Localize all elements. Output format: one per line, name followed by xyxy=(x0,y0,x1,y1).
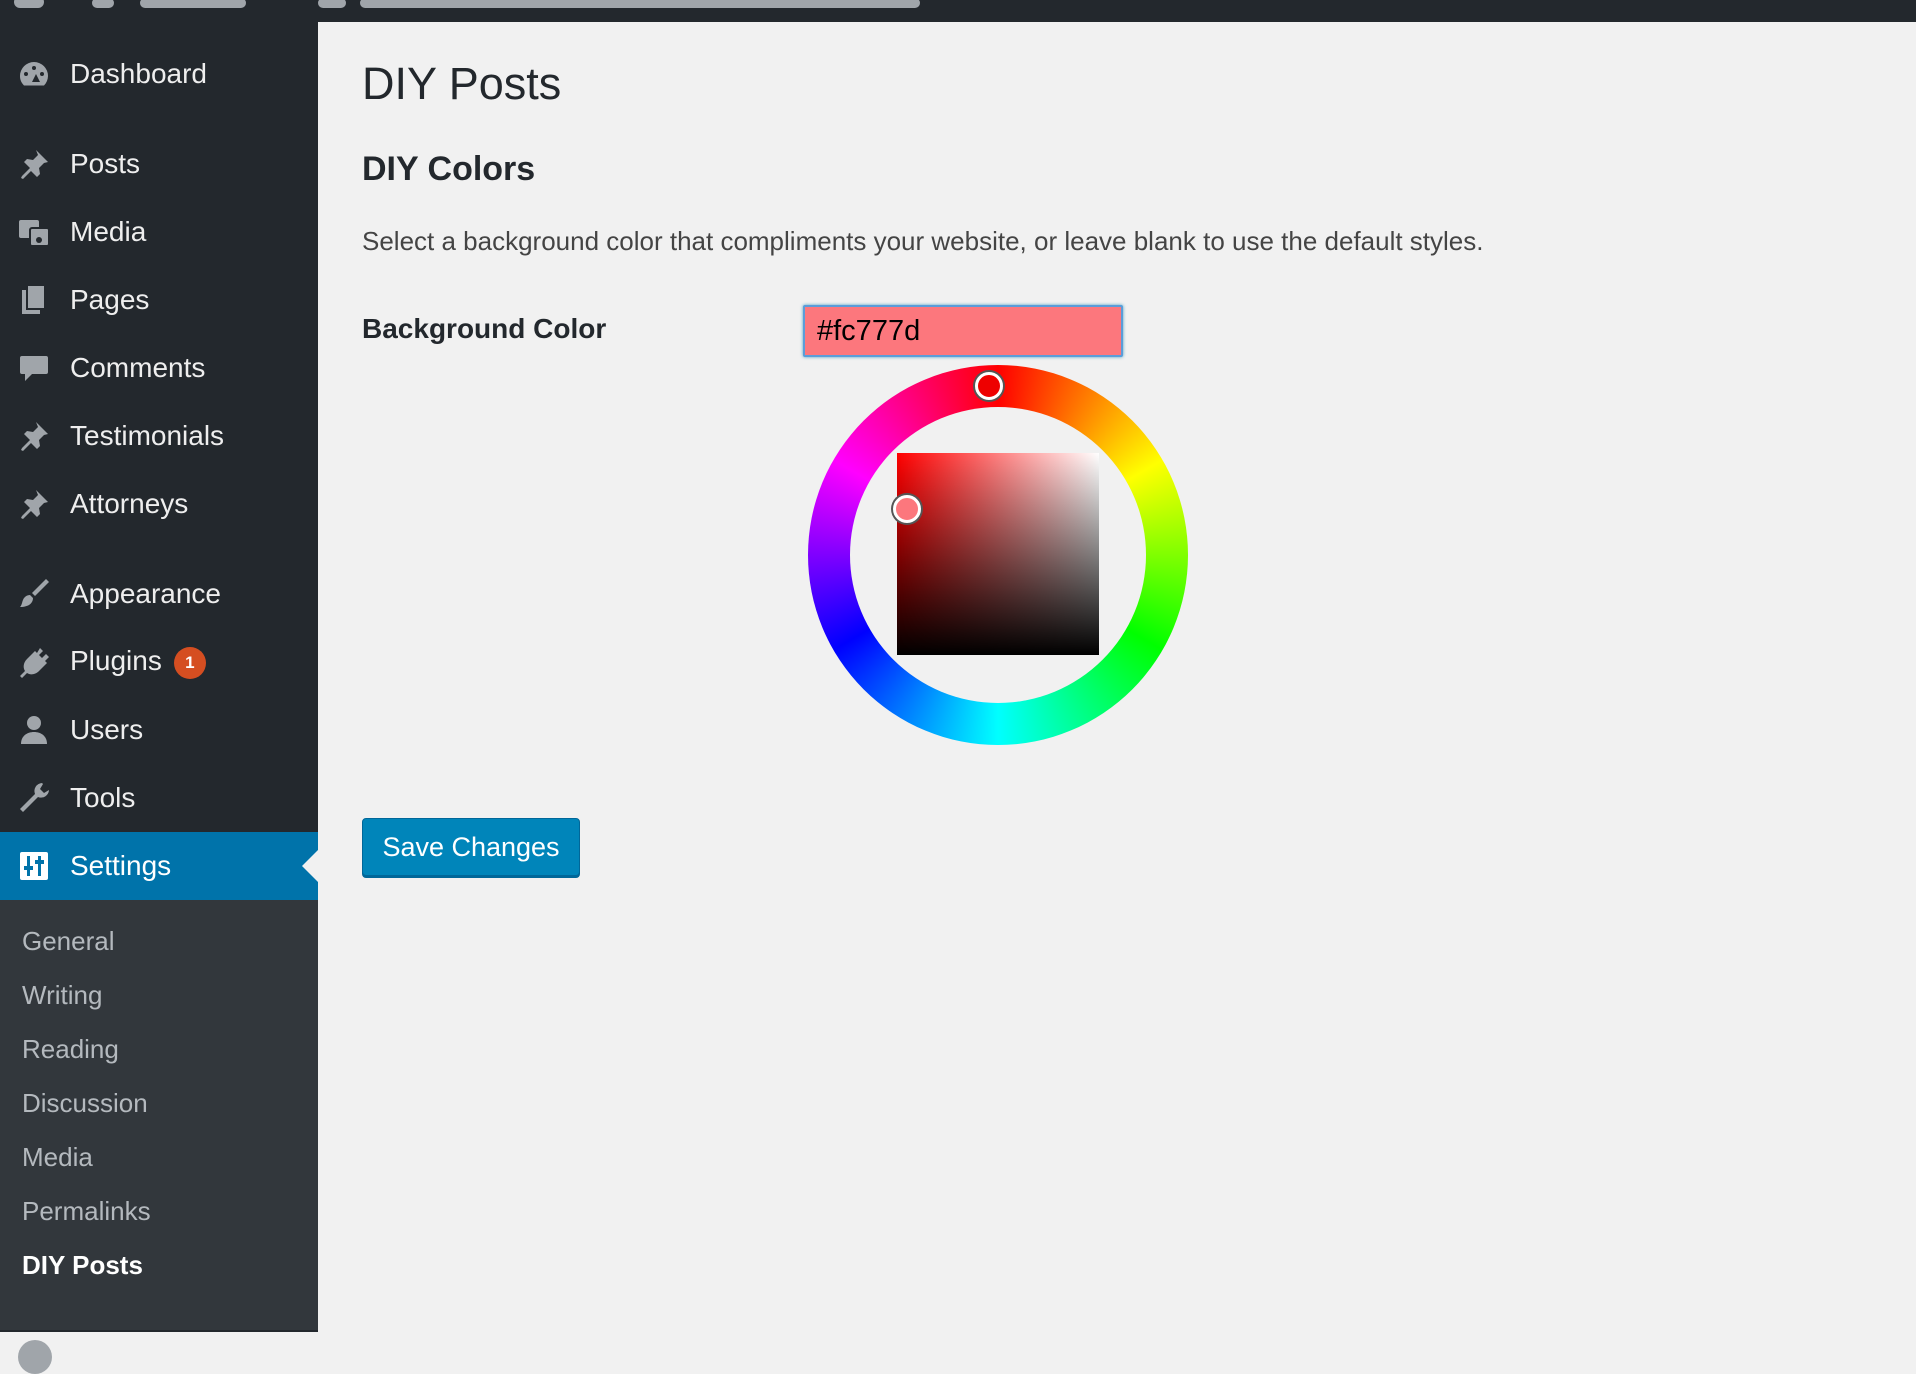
sidebar-item-label: Users xyxy=(70,714,144,745)
hue-handle[interactable] xyxy=(975,372,1003,400)
sidebar-item-testimonials[interactable]: Testimonials xyxy=(0,402,318,470)
new-content-link[interactable] xyxy=(360,0,940,22)
collapse-menu-icon[interactable] xyxy=(18,1340,52,1374)
updates-icon[interactable] xyxy=(222,0,248,22)
submenu-item-discussion[interactable]: Discussion xyxy=(22,1088,148,1119)
wrench-icon xyxy=(20,783,49,812)
current-menu-pointer xyxy=(302,850,318,882)
section-title: DIY Colors xyxy=(362,150,536,188)
sidebar-item-label: Dashboard xyxy=(70,58,207,89)
plug-icon xyxy=(20,648,49,678)
update-count-badge: 1 xyxy=(173,646,206,679)
sidebar-item-label: Media xyxy=(70,216,147,247)
sidebar-item-comments[interactable]: Comments xyxy=(0,334,318,402)
color-picker[interactable] xyxy=(808,365,1188,745)
settings-submenu: General Writing Reading Discussion Media… xyxy=(0,900,318,1330)
pushpin-icon xyxy=(21,490,48,519)
submenu-item-diy-posts[interactable]: DIY Posts xyxy=(22,1250,143,1281)
submenu-item-reading[interactable]: Reading xyxy=(22,1034,119,1065)
saturation-handle[interactable] xyxy=(893,495,921,523)
media-icon xyxy=(19,220,50,247)
settings-icon xyxy=(20,852,48,880)
pushpin-icon xyxy=(21,150,48,179)
background-color-label: Background Color xyxy=(362,313,607,344)
comments-icon[interactable] xyxy=(318,0,348,22)
home-icon[interactable] xyxy=(92,0,116,22)
page-title: DIY Posts xyxy=(362,58,562,109)
sidebar-item-settings[interactable]: Settings xyxy=(0,832,318,900)
sidebar-item-dashboard[interactable]: Dashboard xyxy=(0,40,318,108)
sidebar-item-label: Testimonials xyxy=(70,420,225,451)
pushpin-icon xyxy=(21,422,48,451)
sidebar-item-appearance[interactable]: Appearance xyxy=(0,560,318,628)
sidebar-item-label: Appearance xyxy=(70,578,222,609)
pages-icon xyxy=(22,284,46,314)
admin-sidebar: Dashboard Posts Media Pages Comments Tes… xyxy=(0,22,318,1374)
background-color-input[interactable] xyxy=(803,305,1123,357)
sidebar-item-attorneys[interactable]: Attorneys xyxy=(0,470,318,538)
submenu-item-permalinks[interactable]: Permalinks xyxy=(22,1196,151,1227)
sidebar-item-label: Pages xyxy=(70,284,150,315)
wordpress-logo-icon[interactable] xyxy=(14,0,44,22)
submenu-item-general[interactable]: General xyxy=(22,926,115,957)
sidebar-item-label: Comments xyxy=(70,352,206,383)
sidebar-item-label: Posts xyxy=(70,148,141,179)
user-icon xyxy=(21,716,47,744)
admin-bar xyxy=(0,0,1916,22)
submenu-item-media[interactable]: Media xyxy=(22,1142,93,1173)
sidebar-item-label: Settings xyxy=(70,850,172,881)
save-changes-button[interactable]: Save Changes xyxy=(362,818,580,876)
comment-icon xyxy=(20,356,48,381)
sidebar-item-media[interactable]: Media xyxy=(0,198,318,266)
sidebar-item-label: Tools xyxy=(70,782,136,813)
sidebar-item-label: Attorneys xyxy=(70,488,189,519)
sidebar-item-posts[interactable]: Posts xyxy=(0,130,318,198)
paintbrush-icon xyxy=(20,579,49,607)
sidebar-item-plugins[interactable]: Plugins 1 xyxy=(0,628,318,696)
section-description: Select a background color that complimen… xyxy=(362,226,1484,256)
dashboard-icon xyxy=(20,62,48,86)
sidebar-item-tools[interactable]: Tools xyxy=(0,764,318,832)
saturation-value-square[interactable] xyxy=(897,453,1099,655)
sidebar-item-pages[interactable]: Pages xyxy=(0,266,318,334)
submenu-item-writing[interactable]: Writing xyxy=(22,980,102,1011)
sidebar-item-label: Plugins 1 xyxy=(70,645,206,679)
plugins-label: Plugins xyxy=(70,645,162,677)
sidebar-item-users[interactable]: Users xyxy=(0,696,318,764)
